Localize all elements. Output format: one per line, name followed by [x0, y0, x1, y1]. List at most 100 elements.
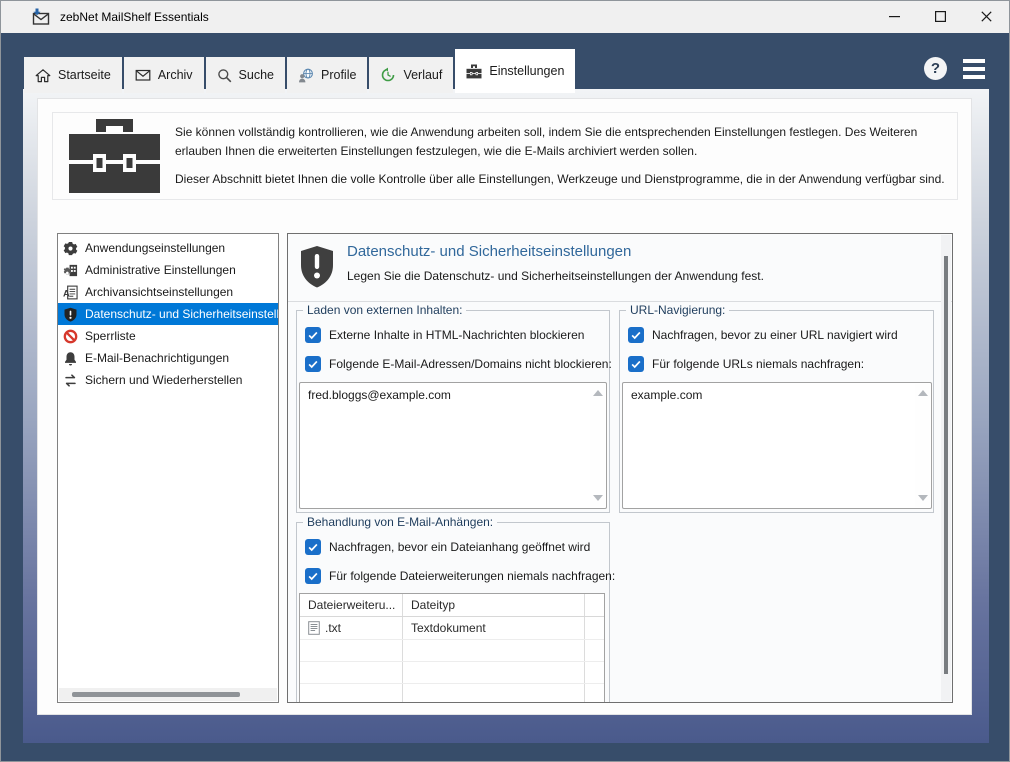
tab-verlauf[interactable]: Verlauf — [369, 57, 453, 93]
table-empty-row — [300, 684, 604, 703]
sidebar-item-label: Anwendungseinstellungen — [85, 241, 225, 255]
trusted-urls-listbox[interactable]: example.com — [622, 382, 932, 509]
intro-text: Sie können vollständig kontrollieren, wi… — [175, 123, 957, 189]
cell-filetype: Textdokument — [411, 621, 486, 635]
panel-subtitle: Legen Sie die Datenschutz- und Sicherhei… — [347, 269, 764, 283]
checkbox-row-never-ask-urls[interactable]: Für folgende URLs niemals nachfragen: — [628, 356, 864, 372]
scrollbar-thumb[interactable] — [72, 692, 240, 697]
sidebar-item-anwendungseinstellungen[interactable]: Anwendungseinstellungen — [58, 237, 278, 259]
app-mail-icon — [31, 8, 51, 26]
envelope-icon — [135, 68, 151, 82]
privacy-settings-panel: Datenschutz- und Sicherheitseinstellunge… — [287, 233, 953, 703]
tab-einstellungen[interactable]: Einstellungen — [455, 49, 575, 93]
sidebar-item-label: E-Mail-Benachrichtigungen — [85, 351, 229, 365]
tab-profile[interactable]: Profile — [287, 57, 367, 93]
scrollbar-thumb[interactable] — [944, 256, 948, 674]
checkbox-label: Nachfragen, bevor ein Dateianhang geöffn… — [329, 540, 590, 554]
tab-startseite[interactable]: Startseite — [24, 57, 122, 93]
topbar-actions: ? — [924, 57, 985, 80]
group-title: Behandlung von E-Mail-Anhängen: — [303, 515, 497, 529]
tab-label: Einstellungen — [489, 64, 564, 78]
checkbox-row-block-external[interactable]: Externe Inhalte in HTML-Nachrichten bloc… — [305, 327, 584, 343]
scroll-down-icon[interactable] — [593, 495, 603, 501]
scroll-down-icon[interactable] — [918, 495, 928, 501]
checkbox-label: Für folgende URLs niemals nachfragen: — [652, 357, 864, 371]
sidebar-item-label: Sperrliste — [85, 329, 136, 343]
table-header-row: Dateierweiteru... Dateityp — [300, 594, 604, 617]
checkbox-checked-icon[interactable] — [305, 356, 321, 372]
checkbox-row-allow-domains[interactable]: Folgende E-Mail-Adressen/Domains nicht b… — [305, 356, 612, 372]
sidebar-item-administrative-einstellungen[interactable]: Administrative Einstellungen — [58, 259, 278, 281]
profile-globe-icon — [298, 68, 314, 83]
checkbox-checked-icon[interactable] — [305, 539, 321, 555]
scroll-up-icon[interactable] — [918, 390, 928, 396]
history-icon — [380, 67, 396, 83]
checkbox-label: Folgende E-Mail-Adressen/Domains nicht b… — [329, 357, 612, 371]
sidebar-item-email-benachrichtigungen[interactable]: E-Mail-Benachrichtigungen — [58, 347, 278, 369]
bell-icon — [63, 351, 78, 366]
scroll-up-icon[interactable] — [593, 390, 603, 396]
panel-title: Datenschutz- und Sicherheitseinstellunge… — [347, 243, 631, 260]
column-header-extension[interactable]: Dateierweiteru... — [300, 594, 403, 616]
sidebar-item-archivansichtseinstellungen[interactable]: A Archivansichtseinstellungen — [58, 281, 278, 303]
help-icon: ? — [931, 60, 940, 77]
extensions-table: Dateierweiteru... Dateityp .txt Textd — [299, 593, 605, 703]
menu-button[interactable] — [963, 59, 985, 79]
window-title: zebNet MailShelf Essentials — [60, 10, 209, 24]
maximize-icon — [935, 11, 946, 22]
panel-header: Datenschutz- und Sicherheitseinstellunge… — [288, 234, 952, 302]
intro-paragraph-2: Dieser Abschnitt bietet Ihnen die volle … — [175, 170, 949, 189]
checkbox-row-ask-before-url[interactable]: Nachfragen, bevor zu einer URL navigiert… — [628, 327, 898, 343]
list-item[interactable]: fred.bloggs@example.com — [300, 383, 606, 407]
maximize-button[interactable] — [917, 1, 963, 32]
tab-suche[interactable]: Suche — [206, 57, 285, 93]
checkbox-label: Für folgende Dateierweiterungen niemals … — [329, 569, 615, 583]
group-title: Laden von externen Inhalten: — [303, 303, 466, 317]
shield-exclamation-icon-large — [299, 245, 335, 289]
tab-label: Profile — [321, 68, 356, 82]
sidebar-item-label: Sichern und Wiederherstellen — [85, 373, 242, 387]
group-attachments: Behandlung von E-Mail-Anhängen: Nachfrag… — [296, 522, 610, 703]
listbox-scrollbar[interactable] — [915, 384, 930, 507]
checkbox-checked-icon[interactable] — [628, 356, 644, 372]
tab-archiv[interactable]: Archiv — [124, 57, 204, 93]
admin-gear-icon — [63, 263, 78, 278]
checkbox-checked-icon[interactable] — [305, 568, 321, 584]
sidebar-item-label: Datenschutz- und Sicherheitseinstellunge… — [85, 307, 279, 321]
tab-label: Verlauf — [403, 68, 442, 82]
minimize-button[interactable] — [871, 1, 917, 32]
table-row[interactable]: .txt Textdokument — [300, 617, 604, 640]
sidebar-item-label: Archivansichtseinstellungen — [85, 285, 233, 299]
checkbox-label: Externe Inhalte in HTML-Nachrichten bloc… — [329, 328, 584, 342]
sidebar-item-datenschutz-sicherheit[interactable]: Datenschutz- und Sicherheitseinstellunge… — [58, 303, 278, 325]
help-button[interactable]: ? — [924, 57, 947, 80]
toolbox-icon — [466, 64, 482, 79]
intro-box: Sie können vollständig kontrollieren, wi… — [52, 112, 958, 200]
shield-exclamation-icon — [63, 307, 78, 322]
sidebar-horizontal-scrollbar[interactable] — [59, 688, 277, 701]
sidebar-item-label: Administrative Einstellungen — [85, 263, 236, 277]
app-window: zebNet MailShelf Essentials Startseite — [0, 0, 1010, 762]
panel-vertical-scrollbar[interactable] — [941, 235, 951, 701]
table-empty-row — [300, 640, 604, 662]
checkbox-checked-icon[interactable] — [628, 327, 644, 343]
toolbox-large-icon — [67, 117, 162, 195]
content-panel: Sie können vollständig kontrollieren, wi… — [37, 98, 972, 715]
checkbox-checked-icon[interactable] — [305, 327, 321, 343]
checkbox-row-ask-before-attachment[interactable]: Nachfragen, bevor ein Dateianhang geöffn… — [305, 539, 590, 555]
svg-text:A: A — [63, 288, 70, 298]
checkbox-row-never-ask-extensions[interactable]: Für folgende Dateierweiterungen niemals … — [305, 568, 615, 584]
checkbox-label: Nachfragen, bevor zu einer URL navigiert… — [652, 328, 898, 342]
allowed-domains-listbox[interactable]: fred.bloggs@example.com — [299, 382, 607, 509]
tab-bar: Startseite Archiv Suche Profi — [24, 49, 577, 93]
tab-label: Suche — [239, 68, 274, 82]
column-header-filetype[interactable]: Dateityp — [403, 594, 585, 616]
listbox-scrollbar[interactable] — [590, 384, 605, 507]
sidebar-item-sichern-wiederherstellen[interactable]: Sichern und Wiederherstellen — [58, 369, 278, 391]
list-item[interactable]: example.com — [623, 383, 931, 407]
titlebar: zebNet MailShelf Essentials — [1, 1, 1009, 33]
column-header-empty — [585, 594, 604, 616]
close-button[interactable] — [963, 1, 1009, 32]
text-file-icon — [308, 621, 320, 635]
sidebar-item-sperrliste[interactable]: Sperrliste — [58, 325, 278, 347]
